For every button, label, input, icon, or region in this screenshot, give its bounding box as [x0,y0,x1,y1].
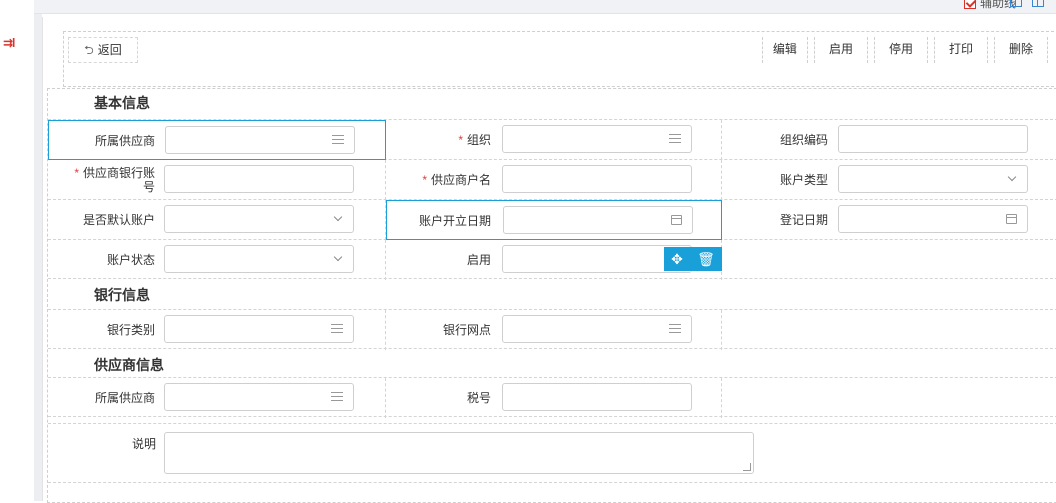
chevron-down-icon [333,252,343,262]
field-cell-account-name[interactable]: * 供应商户名 [386,160,722,200]
back-arrow-icon: ⮌ [84,43,94,57]
field-cell-remark[interactable]: 说明 [48,424,1056,484]
form-row: 所属供应商 * 组织 组织编码 [48,119,1056,160]
form-row: 所属供应商 税号 [48,377,1056,418]
field-cell-open-date[interactable]: 账户开立日期 [386,200,722,240]
section-title-supplier: 供应商信息 [94,357,164,373]
account-name-input[interactable] [502,165,692,193]
top-strip: 辅助线 [34,0,1056,14]
supplier2-label: 所属供应商 [94,391,155,405]
list-icon [669,324,681,334]
remark-textarea[interactable] [164,432,754,474]
field-cell-bank-branch[interactable]: 银行网点 [386,310,722,350]
section-title-bank: 银行信息 [94,287,150,303]
field-cell-account-status[interactable]: 账户状态 [48,240,386,280]
form-row: 账户状态 启用 [48,239,1056,280]
tax-no-label: 税号 [466,391,491,405]
supplier-picker[interactable] [165,126,355,154]
open-date-label: 账户开立日期 [418,214,491,228]
bank-account-label: * 供应商银行账 号 [74,166,155,194]
register-date-label: 登记日期 [779,213,828,227]
is-default-select[interactable] [164,205,354,233]
chevron-down-icon [1007,172,1017,182]
enable-button[interactable]: 启用 [813,37,868,63]
bank-category-label: 银行类别 [106,323,155,337]
toolbar: ⮌ 返回 编辑 启用 停用 打印 删除 [63,31,1056,87]
field-cell-org[interactable]: * 组织 [386,120,722,160]
org-label: * 组织 [458,133,491,147]
remark-label: 说明 [131,437,156,451]
register-date-picker[interactable] [838,205,1028,233]
list-icon [332,135,344,145]
back-label: 返回 [97,43,122,57]
org-picker[interactable] [502,125,692,153]
chart-icon[interactable]: ⇉l [3,36,15,50]
account-type-label: 账户类型 [779,173,828,187]
field-cell-bank-account[interactable]: * 供应商银行账 号 [48,160,386,200]
org-code-input[interactable] [838,125,1028,153]
layout-columns-icon[interactable] [1032,0,1044,7]
account-name-label: * 供应商户名 [422,173,491,187]
calendar-icon [671,215,682,225]
field-tools: ✥ 🗑 [664,247,722,271]
resize-handle-icon[interactable] [743,463,751,471]
print-button[interactable]: 打印 [933,37,988,63]
left-sidebar: ⇉l [0,0,34,501]
field-cell-org-code[interactable]: 组织编码 [722,120,1056,160]
sidebar-divider [34,0,42,501]
bank-branch-label: 银行网点 [442,323,491,337]
bank-branch-picker[interactable] [502,315,692,343]
field-cell-account-type[interactable]: 账户类型 [722,160,1056,200]
delete-button[interactable]: 删除 [993,37,1048,63]
form-row: 银行类别 银行网点 [48,309,1056,350]
disable-button[interactable]: 停用 [873,37,928,63]
form-row: 说明 [48,423,1056,483]
list-icon [331,324,343,334]
field-cell-supplier[interactable]: 所属供应商 [48,120,386,160]
action-buttons: 编辑 启用 停用 打印 删除 [756,37,1048,63]
calendar-icon [1006,214,1017,224]
designer-canvas: ⮌ 返回 编辑 启用 停用 打印 删除 基本信息 所属供应商 * 组织 组织编码… [42,17,1056,503]
form-row: * 供应商银行账 号 * 供应商户名 账户类型 [48,159,1056,200]
supplier2-picker[interactable] [164,383,354,411]
chevron-down-icon [333,212,343,222]
supplier-label: 所属供应商 [94,134,155,148]
field-cell-bank-category[interactable]: 银行类别 [48,310,386,350]
list-icon [669,134,681,144]
edit-button[interactable]: 编辑 [761,37,808,63]
account-status-select[interactable] [164,245,354,273]
trash-icon[interactable]: 🗑 [697,251,715,268]
layout-icon[interactable] [1010,0,1022,7]
field-cell-supplier2[interactable]: 所属供应商 [48,378,386,418]
org-code-label: 组织编码 [779,133,828,147]
tax-no-input[interactable] [502,383,692,411]
bank-category-picker[interactable] [164,315,354,343]
enabled-label: 启用 [466,253,491,267]
field-cell-register-date[interactable]: 登记日期 [722,200,1056,240]
open-date-picker[interactable] [503,206,693,234]
field-cell-is-default[interactable]: 是否默认账户 [48,200,386,240]
back-button[interactable]: ⮌ 返回 [68,37,138,63]
section-title-basic: 基本信息 [94,95,150,111]
account-status-label: 账户状态 [106,253,155,267]
list-icon [331,392,343,402]
bank-account-input[interactable] [164,165,354,193]
account-type-select[interactable] [838,165,1028,193]
aux-line-toggle[interactable]: 辅助线 [963,0,1016,11]
form-body: 基本信息 所属供应商 * 组织 组织编码 * 供应商银行账 号 * 供应商户名 … [47,88,1056,503]
form-row: 是否默认账户 账户开立日期 登记日期 [48,199,1056,240]
is-default-label: 是否默认账户 [82,213,155,227]
field-cell-tax-no[interactable]: 税号 [386,378,722,418]
checkbox-checked-icon[interactable] [963,0,976,9]
move-icon[interactable]: ✥ [671,251,683,268]
